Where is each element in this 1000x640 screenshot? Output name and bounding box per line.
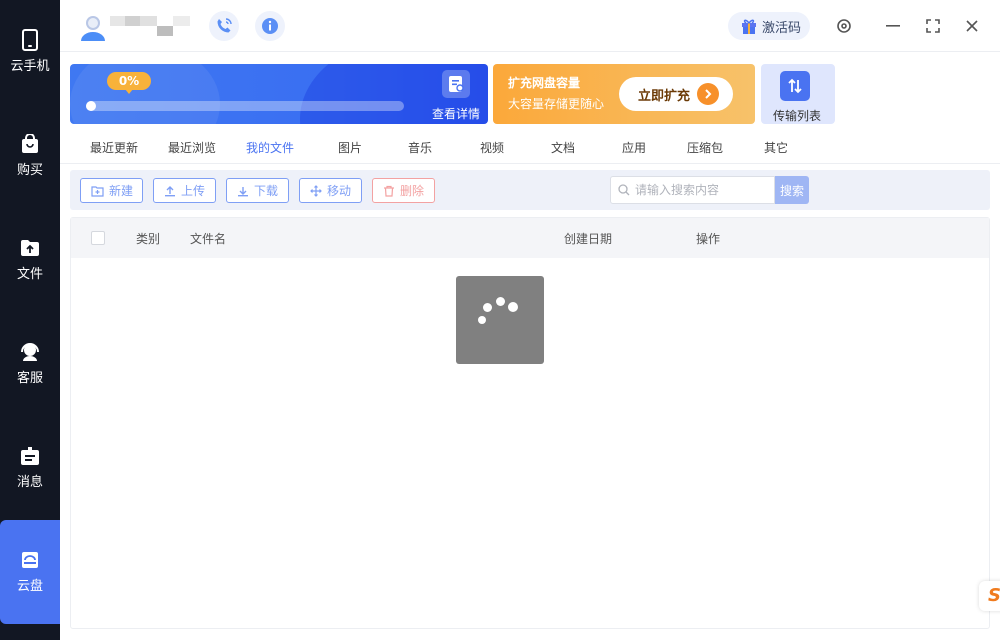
search-box xyxy=(610,176,775,204)
tab-my-files[interactable]: 我的文件 xyxy=(246,139,294,156)
upload-icon xyxy=(165,185,175,196)
progress-knob xyxy=(86,101,96,111)
expand-storage-banner: 扩充网盘容量 大容量存储更随心 立即扩充 xyxy=(493,64,755,124)
column-header-created-date[interactable]: 创建日期 xyxy=(564,230,612,247)
message-icon xyxy=(19,445,41,467)
folder-upload-icon xyxy=(19,237,41,259)
file-toolbar: 新建 上传 下载 移动 删除 搜索 xyxy=(70,170,990,210)
tab-images[interactable]: 图片 xyxy=(338,139,362,156)
chevron-right-icon xyxy=(697,83,719,105)
activation-code-button[interactable]: 激活码 xyxy=(728,12,810,40)
activation-code-label: 激活码 xyxy=(762,20,802,36)
fullscreen-icon xyxy=(926,19,940,33)
phone-icon xyxy=(19,29,41,51)
expand-now-label: 立即扩充 xyxy=(638,88,691,104)
cloud-disk-icon xyxy=(19,549,41,571)
sidebar-item-label: 云手机 xyxy=(10,59,50,74)
sidebar-item-label: 文件 xyxy=(16,267,43,282)
sidebar-item-files[interactable]: 文件 xyxy=(0,208,60,312)
table-header: 类别 文件名 创建日期 操作 xyxy=(71,218,989,258)
minimize-button[interactable] xyxy=(883,16,903,36)
headset-icon xyxy=(19,341,41,363)
storage-percent-badge: 0% xyxy=(107,72,151,94)
file-category-tabs: 最近更新 最近浏览 我的文件 图片 音乐 视频 文档 应用 压缩包 其它 xyxy=(60,132,1000,164)
select-all-checkbox[interactable] xyxy=(91,231,105,245)
maximize-button[interactable] xyxy=(923,16,943,36)
top-bar: 激活码 xyxy=(60,0,1000,52)
sidebar-item-label: 云盘 xyxy=(16,579,43,594)
sidebar-item-cloud-phone[interactable]: 云手机 xyxy=(0,0,60,104)
upload-button[interactable]: 上传 xyxy=(153,178,216,203)
delete-button[interactable]: 删除 xyxy=(372,178,435,203)
view-details-link[interactable]: 查看详情 xyxy=(432,105,480,122)
column-header-type[interactable]: 类别 xyxy=(136,230,160,247)
close-button[interactable] xyxy=(962,16,982,36)
info-button[interactable] xyxy=(255,11,285,41)
expand-now-button[interactable]: 立即扩充 xyxy=(619,77,733,111)
download-button-label: 下载 xyxy=(254,184,279,198)
sidebar-item-cloud-disk[interactable]: 云盘 xyxy=(0,520,60,624)
transfer-list-button[interactable]: 传输列表 xyxy=(761,64,835,124)
column-header-actions: 操作 xyxy=(696,232,721,246)
minimize-icon xyxy=(886,25,900,27)
tab-documents[interactable]: 文档 xyxy=(551,139,575,156)
avatar[interactable] xyxy=(80,14,106,42)
new-folder-icon xyxy=(91,185,104,197)
sidebar-item-buy[interactable]: 购买 xyxy=(0,104,60,208)
expand-title: 扩充网盘容量 xyxy=(508,76,581,90)
tab-recent-browse[interactable]: 最近浏览 xyxy=(168,139,216,156)
shopping-bag-icon xyxy=(19,133,41,155)
storage-progress-bar xyxy=(86,101,404,111)
gear-icon xyxy=(837,19,851,33)
new-button-label: 新建 xyxy=(109,184,134,198)
search-input[interactable] xyxy=(635,183,775,197)
call-button[interactable] xyxy=(209,11,239,41)
download-icon xyxy=(238,186,248,196)
loading-spinner xyxy=(456,276,544,364)
upload-button-label: 上传 xyxy=(181,184,206,198)
settings-button[interactable] xyxy=(834,16,854,36)
move-button-label: 移动 xyxy=(327,184,352,198)
transfer-arrows-icon xyxy=(780,71,810,101)
floating-assistant-icon[interactable]: S xyxy=(979,581,1000,611)
file-table: 类别 文件名 创建日期 操作 xyxy=(70,217,990,629)
tab-music[interactable]: 音乐 xyxy=(408,139,432,156)
transfer-list-label: 传输列表 xyxy=(773,109,822,123)
cloud-disk-app: 云手机 购买 文件 客服 消息 云盘 激活码 0% 查看详情 扩充网盘容量 大容… xyxy=(0,0,1000,640)
close-icon xyxy=(966,20,978,32)
trash-icon xyxy=(384,185,394,197)
sidebar-item-messages[interactable]: 消息 xyxy=(0,416,60,520)
search-button[interactable]: 搜索 xyxy=(775,176,809,204)
new-button[interactable]: 新建 xyxy=(80,178,143,203)
info-icon xyxy=(262,18,278,34)
search-icon xyxy=(618,184,630,196)
tab-apps[interactable]: 应用 xyxy=(622,139,646,156)
tab-archives[interactable]: 压缩包 xyxy=(687,139,723,156)
delete-button-label: 删除 xyxy=(400,184,425,198)
phone-call-icon xyxy=(217,18,232,33)
sidebar-item-label: 购买 xyxy=(16,163,43,178)
username-masked xyxy=(110,16,191,36)
sidebar-item-label: 客服 xyxy=(16,371,43,386)
gift-icon xyxy=(742,19,756,34)
move-button[interactable]: 移动 xyxy=(299,178,362,203)
storage-usage-banner: 0% 查看详情 xyxy=(70,64,488,124)
tab-other[interactable]: 其它 xyxy=(764,139,788,156)
column-header-filename[interactable]: 文件名 xyxy=(190,230,226,247)
tab-recent-update[interactable]: 最近更新 xyxy=(90,139,138,156)
view-details-icon[interactable] xyxy=(442,70,470,98)
sidebar-item-label: 消息 xyxy=(16,475,43,490)
sidebar-item-service[interactable]: 客服 xyxy=(0,312,60,416)
move-icon xyxy=(310,184,322,197)
download-button[interactable]: 下载 xyxy=(226,178,289,203)
expand-subtitle: 大容量存储更随心 xyxy=(508,97,605,111)
tab-video[interactable]: 视频 xyxy=(480,139,504,156)
sidebar: 云手机 购买 文件 客服 消息 云盘 xyxy=(0,0,60,640)
